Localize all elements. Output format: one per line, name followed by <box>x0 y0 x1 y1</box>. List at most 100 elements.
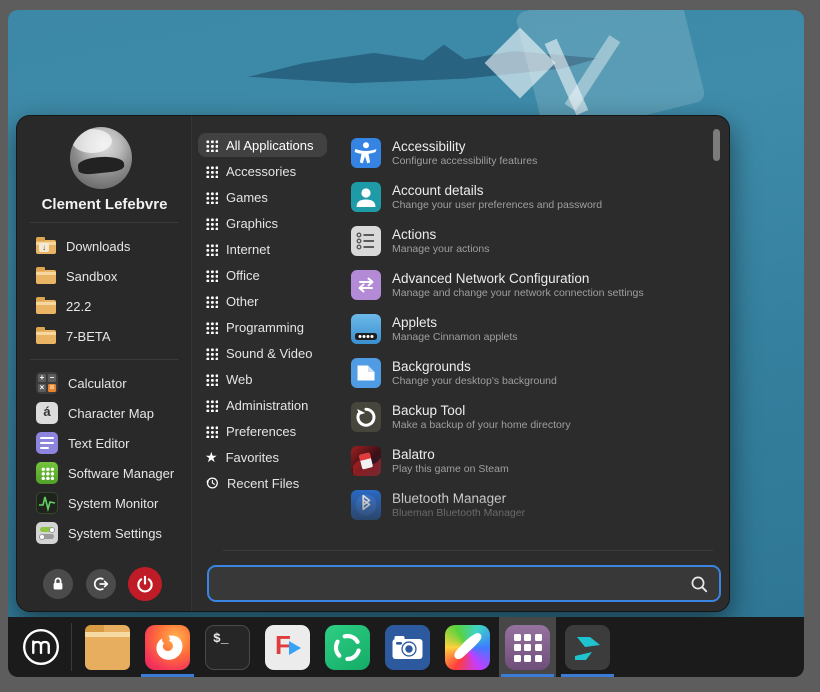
running-indicator <box>501 674 554 677</box>
calculator-icon: +−×= <box>36 372 58 394</box>
sidebar-item-character-map[interactable]: á Character Map <box>17 398 192 428</box>
category-accessories[interactable]: Accessories <box>198 159 310 183</box>
app-description: Manage Cinnamon applets <box>392 331 518 343</box>
category-office[interactable]: Office <box>198 263 274 287</box>
power-button[interactable] <box>128 567 162 601</box>
category-recent-files[interactable]: Recent Files <box>198 471 313 495</box>
app-title: Accessibility <box>392 139 537 154</box>
category-programming[interactable]: Programming <box>198 315 318 339</box>
camera-app-launcher[interactable] <box>385 625 430 670</box>
sidebar-item-label: System Monitor <box>68 496 158 511</box>
app-item-bluetooth-manager[interactable]: Bluetooth Manager Blueman Bluetooth Mana… <box>351 483 711 527</box>
category-graphics[interactable]: Graphics <box>198 211 292 235</box>
sidebar-item-system-monitor[interactable]: System Monitor <box>17 488 192 518</box>
sidebar-item-software-manager[interactable]: Software Manager <box>17 458 192 488</box>
search-input[interactable] <box>209 567 689 600</box>
applets-icon <box>351 314 381 344</box>
category-games[interactable]: Games <box>198 185 282 209</box>
category-favorites[interactable]: ★ Favorites <box>198 445 293 469</box>
terminal-launcher[interactable]: $_ <box>205 625 250 670</box>
category-label: Recent Files <box>227 476 299 491</box>
place-22-2[interactable]: 22.2 <box>17 291 192 321</box>
sidebar-item-calculator[interactable]: +−×= Calculator <box>17 368 192 398</box>
system-settings-icon <box>36 522 58 544</box>
app-title: Account details <box>392 183 602 198</box>
teal-arrow-icon <box>565 625 610 670</box>
category-label: Internet <box>226 242 270 257</box>
sidebar-apps-list: +−×= Calculator á Character Map Text Edi… <box>17 368 192 548</box>
recent-icon <box>205 476 219 490</box>
sidebar-item-label: Calculator <box>68 376 127 391</box>
category-label: Web <box>226 372 253 387</box>
category-administration[interactable]: Administration <box>198 393 322 417</box>
sidebar-item-label: System Settings <box>68 526 162 541</box>
app-item-backgrounds[interactable]: Backgrounds Change your desktop's backgr… <box>351 351 711 395</box>
app-item-backup-tool[interactable]: Backup Tool Make a backup of your home d… <box>351 395 711 439</box>
grid-icon <box>205 165 218 178</box>
user-avatar[interactable] <box>70 127 132 189</box>
divider <box>30 222 179 223</box>
drawing-app-launcher[interactable] <box>445 625 490 670</box>
category-other[interactable]: Other <box>198 289 273 313</box>
app-item-account-details[interactable]: Account details Change your user prefere… <box>351 175 711 219</box>
file-manager-launcher[interactable] <box>85 625 130 670</box>
freetube-launcher[interactable]: F <box>265 625 310 670</box>
category-internet[interactable]: Internet <box>198 237 284 261</box>
folder-icon <box>36 270 56 284</box>
category-label: Sound & Video <box>226 346 313 361</box>
category-label: Graphics <box>226 216 278 231</box>
app-item-actions[interactable]: Actions Manage your actions <box>351 219 711 263</box>
app-title: Balatro <box>392 447 509 462</box>
menu-button[interactable] <box>21 627 61 667</box>
category-sound-video[interactable]: Sound & Video <box>198 341 327 365</box>
app-list-scrollbar[interactable] <box>713 129 720 161</box>
app-item-text: Balatro Play this game on Steam <box>392 447 509 475</box>
code-editor-launcher[interactable] <box>565 625 610 670</box>
sync-app-launcher[interactable] <box>325 625 370 670</box>
app-description: Change your desktop's background <box>392 375 557 387</box>
search-bar <box>207 565 721 602</box>
character-map-icon: á <box>36 402 58 424</box>
app-title: Bluetooth Manager <box>392 491 525 506</box>
camera-icon <box>385 625 430 670</box>
app-title: Actions <box>392 227 489 242</box>
place-sandbox[interactable]: Sandbox <box>17 261 192 291</box>
lock-button[interactable] <box>43 569 73 599</box>
app-item-text: Advanced Network Configuration Manage an… <box>392 271 644 299</box>
category-label: Accessories <box>226 164 296 179</box>
category-all-applications[interactable]: All Applications <box>198 133 327 157</box>
app-item-advanced-network-configuration[interactable]: Advanced Network Configuration Manage an… <box>351 263 711 307</box>
logout-button[interactable] <box>86 569 116 599</box>
actions-icon <box>351 226 381 256</box>
firefox-icon <box>145 625 190 670</box>
divider <box>30 359 179 360</box>
app-title: Backup Tool <box>392 403 571 418</box>
running-indicator <box>141 674 194 677</box>
place-downloads[interactable]: ↓ Downloads <box>17 231 192 261</box>
sidebar-item-system-settings[interactable]: System Settings <box>17 518 192 548</box>
app-description: Configure accessibility features <box>392 155 537 167</box>
app-description: Blueman Bluetooth Manager <box>392 507 525 519</box>
grid-icon <box>205 373 218 386</box>
search-icon[interactable] <box>689 574 709 594</box>
place-label: 22.2 <box>66 299 91 314</box>
taskbar-panel: $_ F <box>8 617 804 677</box>
bluetooth-icon <box>351 490 381 520</box>
grid-icon <box>205 321 218 334</box>
balatro-icon <box>351 446 381 476</box>
place-7-beta[interactable]: 7-BETA <box>17 321 192 351</box>
app-item-balatro[interactable]: Balatro Play this game on Steam <box>351 439 711 483</box>
app-item-accessibility[interactable]: Accessibility Configure accessibility fe… <box>351 131 711 175</box>
app-description: Play this game on Steam <box>392 463 509 475</box>
app-grid-launcher[interactable] <box>505 625 550 670</box>
application-list: Accessibility Configure accessibility fe… <box>351 131 711 527</box>
firefox-launcher[interactable] <box>145 625 190 670</box>
app-description: Change your user preferences and passwor… <box>392 199 602 211</box>
power-icon <box>133 572 157 596</box>
mint-menu-popup: Clement Lefebvre ↓ Downloads Sandbox 22.… <box>16 115 730 612</box>
category-preferences[interactable]: Preferences <box>198 419 310 443</box>
app-description: Manage your actions <box>392 243 489 255</box>
category-web[interactable]: Web <box>198 367 267 391</box>
sidebar-item-text-editor[interactable]: Text Editor <box>17 428 192 458</box>
app-item-applets[interactable]: Applets Manage Cinnamon applets <box>351 307 711 351</box>
